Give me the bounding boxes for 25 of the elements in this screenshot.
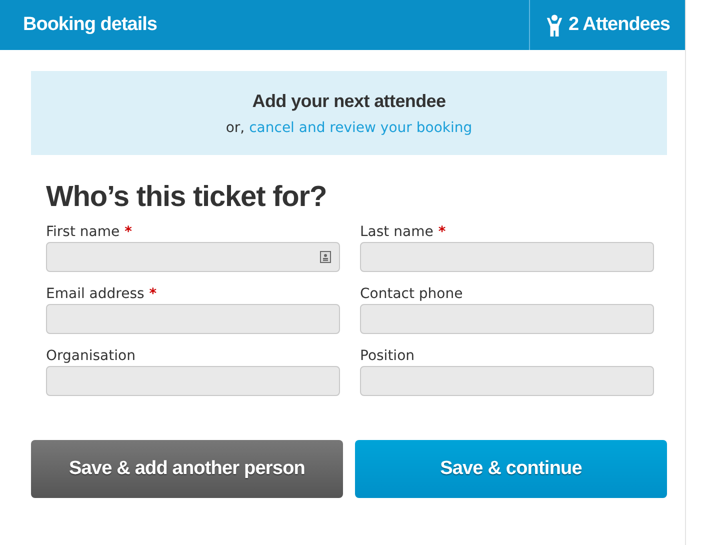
- attendee-count: 2 Attendees: [568, 14, 670, 36]
- field-label: Last name: [360, 224, 434, 240]
- input-field[interactable]: [360, 242, 654, 272]
- person-icon: [546, 14, 562, 36]
- required-mark: *: [149, 286, 157, 302]
- page-title: Booking details: [22, 14, 157, 36]
- input-field[interactable]: [46, 242, 340, 272]
- input-field[interactable]: [46, 304, 340, 334]
- field-label: Organisation: [46, 348, 136, 364]
- cancel-link[interactable]: cancel and review your booking: [249, 120, 472, 136]
- action-button[interactable]: Save & add another person: [31, 440, 343, 498]
- field-label: Contact phone: [360, 286, 463, 302]
- notice-title: Add your next attendee: [252, 90, 446, 112]
- notice-text: or,: [226, 120, 245, 136]
- field-label: Position: [360, 348, 415, 364]
- input-field[interactable]: [360, 366, 654, 396]
- required-mark: *: [124, 224, 132, 240]
- field-label: First name: [46, 224, 120, 240]
- form-heading: Who’s this ticket for?: [46, 181, 328, 214]
- input-field[interactable]: [360, 304, 654, 334]
- action-button[interactable]: Save & continue: [355, 440, 667, 498]
- contact-card-icon: [320, 251, 331, 263]
- field-label: Email address: [46, 286, 144, 302]
- input-field[interactable]: [46, 366, 340, 396]
- required-mark: *: [438, 224, 446, 240]
